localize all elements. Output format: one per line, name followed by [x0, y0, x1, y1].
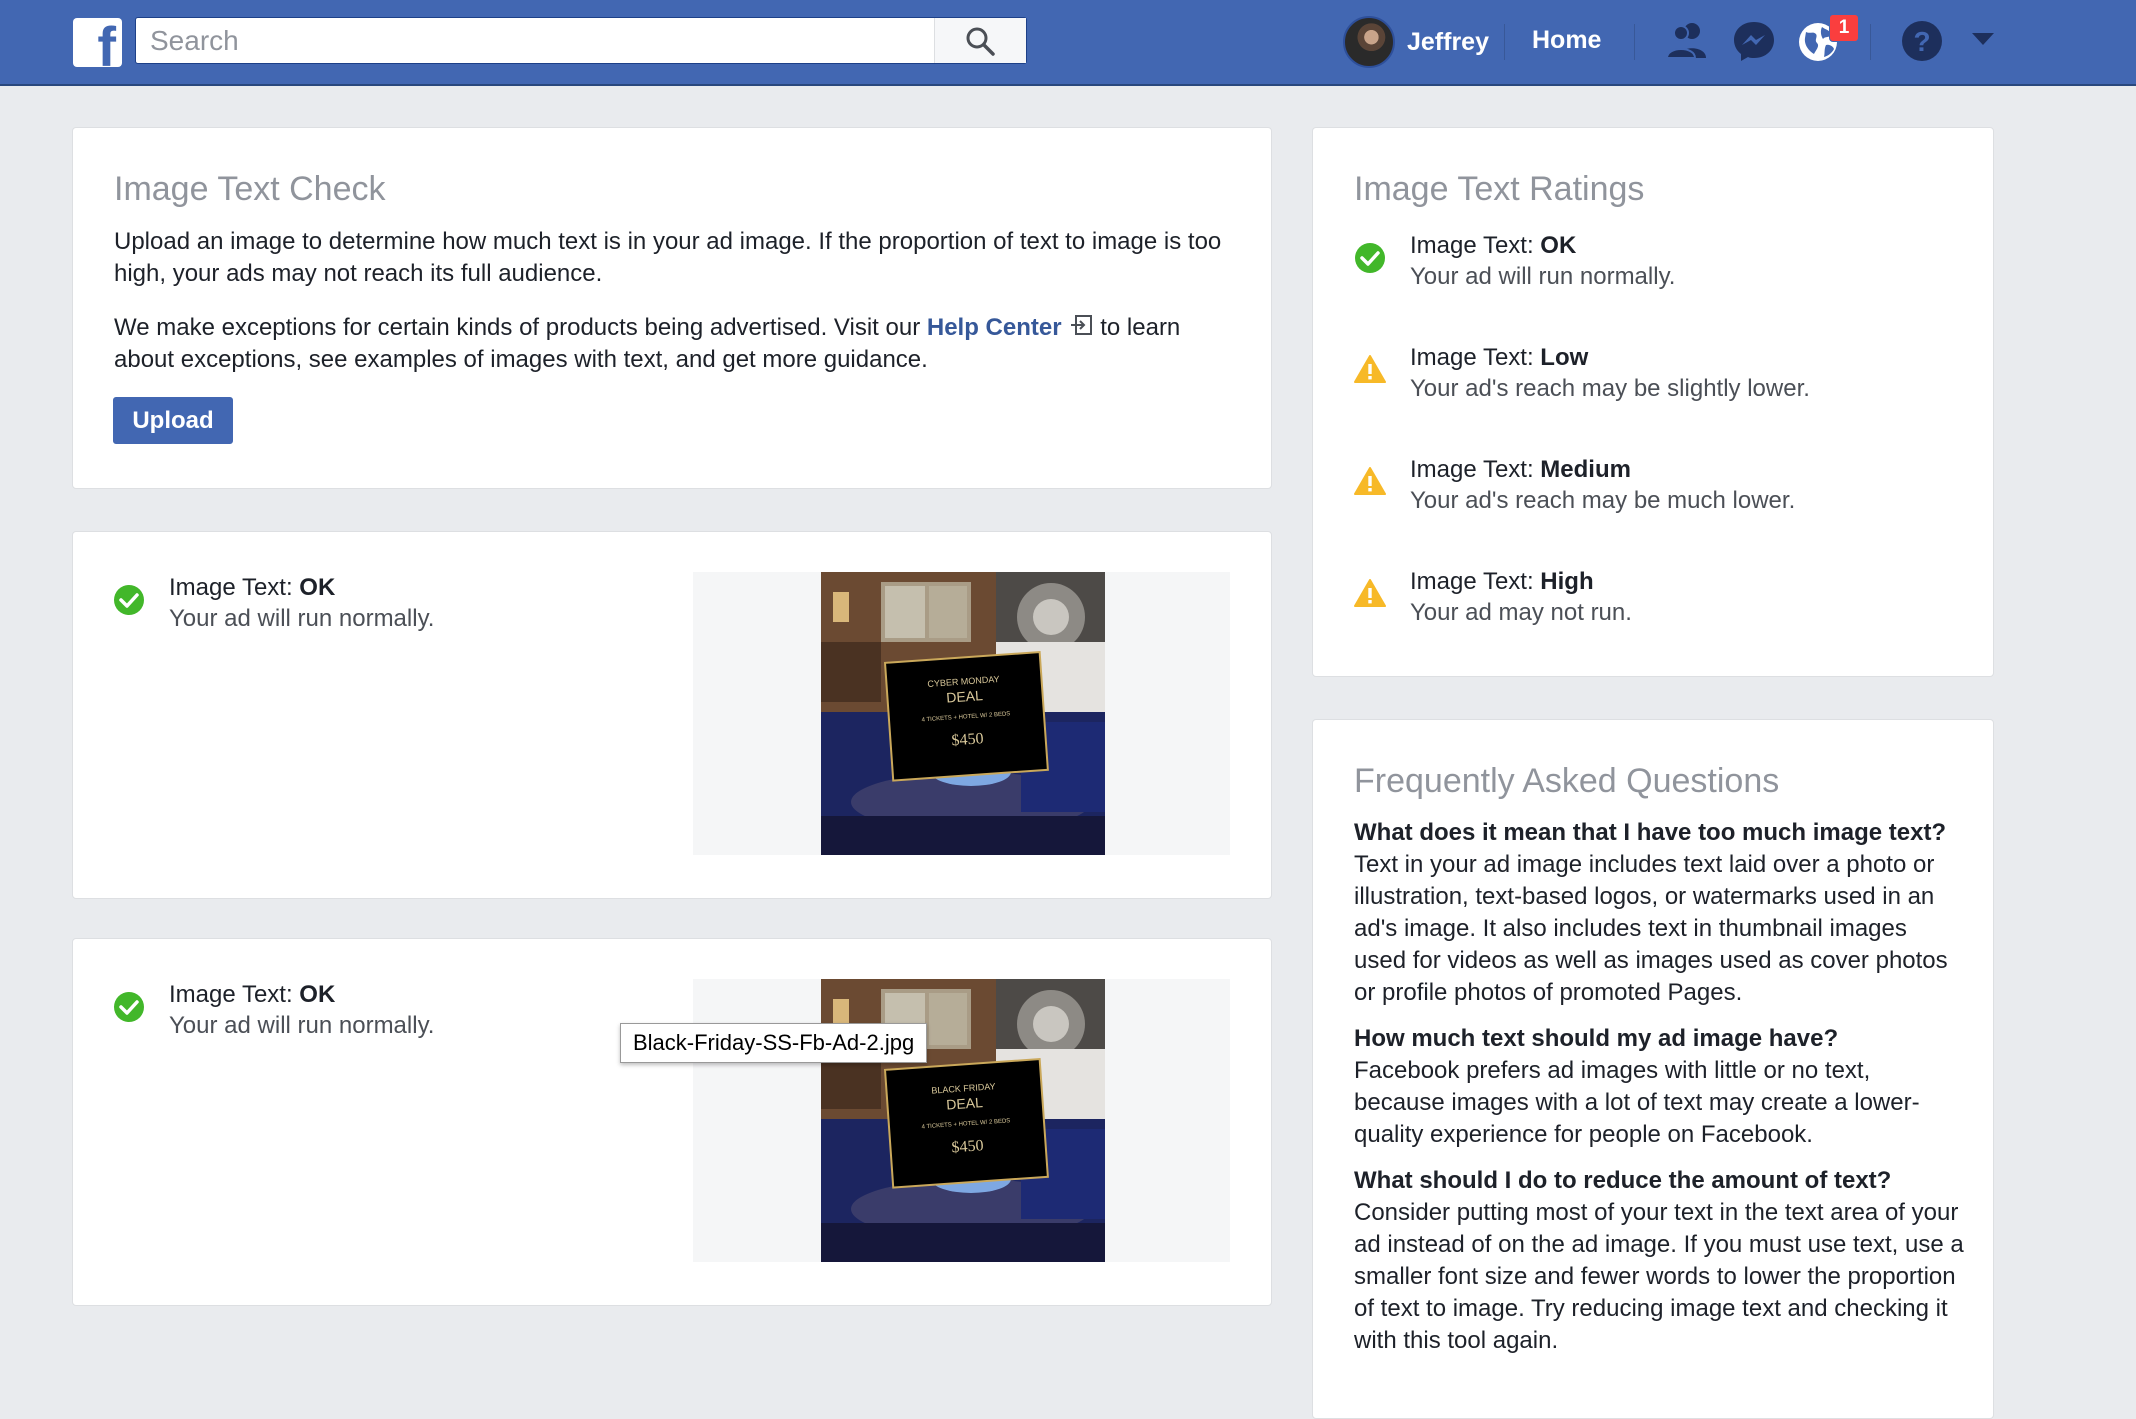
svg-text:?: ?	[1913, 26, 1930, 57]
faq-question: What should I do to reduce the amount of…	[1354, 1167, 1892, 1194]
ad-text-price: $450	[951, 730, 984, 749]
nav-divider	[1634, 24, 1635, 60]
rating-value: Low	[1540, 344, 1589, 371]
help-icon[interactable]: ?	[1899, 18, 1945, 64]
result-value: OK	[299, 574, 336, 601]
messenger-icon[interactable]	[1731, 18, 1777, 64]
image-text-check-card: Image Text Check Upload an image to dete…	[72, 127, 1272, 489]
check-circle-icon	[114, 992, 144, 1022]
intro-paragraph: Upload an image to determine how much te…	[114, 228, 1222, 287]
search-input[interactable]	[136, 18, 936, 63]
image-result-card: Image Text: OK Your ad will run normally…	[72, 938, 1272, 1306]
faq-answer: Consider putting most of your text in th…	[1354, 1199, 1964, 1354]
faq-answer: Text in your ad image includes text laid…	[1354, 851, 1948, 1006]
profile-link[interactable]: Jeffrey	[1343, 16, 1489, 68]
result-description: Your ad will run normally.	[169, 605, 435, 632]
exceptions-text-start: We make exceptions for certain kinds of …	[114, 314, 927, 341]
nav-divider	[1870, 24, 1871, 60]
search-box	[135, 17, 1027, 64]
image-preview: CYBER MONDAY DEAL 4 TICKETS + HOTEL W/ 2…	[693, 572, 1230, 855]
search-icon	[966, 27, 995, 56]
faq-card: Frequently Asked Questions What does it …	[1312, 719, 1994, 1419]
image-text-ratings-card: Image Text Ratings Image Text: OK Your a…	[1312, 127, 1994, 677]
ad-image-thumbnail: BLACK FRIDAY DEAL 4 TICKETS + HOTEL W/ 2…	[821, 979, 1105, 1262]
faq-question: What does it mean that I have too much i…	[1354, 819, 1947, 846]
rating-description: Your ad's reach may be much lower.	[1410, 487, 1796, 514]
ad-text-line2: DEAL	[946, 687, 984, 706]
search-button[interactable]	[934, 18, 1026, 63]
image-result-card: Image Text: OK Your ad will run normally…	[72, 531, 1272, 899]
rating-label: Image Text: OK	[1410, 232, 1577, 259]
result-label: Image Text: OK	[169, 574, 336, 601]
external-link-icon[interactable]	[1070, 313, 1094, 337]
rating-value: Medium	[1540, 456, 1631, 483]
avatar	[1343, 16, 1395, 68]
logo-letter: f	[97, 18, 116, 68]
rating-description: Your ad's reach may be slightly lower.	[1410, 375, 1810, 402]
faq-list: What does it mean that I have too much i…	[1354, 817, 1964, 1371]
nav-divider	[1504, 24, 1505, 60]
card-title: Frequently Asked Questions	[1354, 762, 1780, 800]
check-circle-icon	[114, 585, 144, 615]
card-title: Image Text Ratings	[1354, 170, 1645, 208]
top-navigation-bar: f Jeffrey Home 1 ?	[0, 0, 2136, 86]
rating-label: Image Text: Low	[1410, 344, 1589, 371]
result-value: OK	[299, 981, 336, 1008]
home-link[interactable]: Home	[1532, 26, 1601, 55]
faq-item: What does it mean that I have too much i…	[1354, 817, 1964, 1009]
rating-label: Image Text: High	[1410, 568, 1594, 595]
exceptions-paragraph: We make exceptions for certain kinds of …	[114, 312, 1234, 376]
warning-icon	[1354, 355, 1386, 383]
ad-text-price: $450	[951, 1137, 984, 1156]
facebook-logo-icon[interactable]: f	[73, 18, 122, 67]
help-center-link[interactable]: Help Center	[927, 314, 1062, 341]
upload-button[interactable]: Upload	[113, 397, 233, 444]
rating-value: High	[1540, 568, 1594, 595]
filename-tooltip: Black-Friday-SS-Fb-Ad-2.jpg	[620, 1023, 928, 1063]
profile-name: Jeffrey	[1407, 27, 1489, 56]
faq-answer: Facebook prefers ad images with little o…	[1354, 1057, 1920, 1148]
warning-icon	[1354, 579, 1386, 607]
ad-image-thumbnail: CYBER MONDAY DEAL 4 TICKETS + HOTEL W/ 2…	[821, 572, 1105, 855]
result-label: Image Text: OK	[169, 981, 336, 1008]
ad-text-line2: DEAL	[946, 1094, 984, 1113]
image-preview: BLACK FRIDAY DEAL 4 TICKETS + HOTEL W/ 2…	[693, 979, 1230, 1262]
result-description: Your ad will run normally.	[169, 1012, 435, 1039]
faq-item: What should I do to reduce the amount of…	[1354, 1165, 1964, 1357]
faq-item: How much text should my ad image have? F…	[1354, 1023, 1964, 1151]
card-title: Image Text Check	[114, 170, 386, 208]
rating-value: OK	[1540, 232, 1577, 259]
rating-label: Image Text: Medium	[1410, 456, 1631, 483]
rating-description: Your ad will run normally.	[1410, 263, 1676, 290]
warning-icon	[1354, 467, 1386, 495]
friend-requests-icon[interactable]	[1664, 18, 1710, 64]
notification-count-badge: 1	[1829, 14, 1859, 42]
account-menu-chevron-down-icon[interactable]	[1970, 30, 1996, 48]
check-circle-icon	[1355, 243, 1385, 273]
faq-question: How much text should my ad image have?	[1354, 1025, 1839, 1052]
rating-description: Your ad may not run.	[1410, 599, 1632, 626]
